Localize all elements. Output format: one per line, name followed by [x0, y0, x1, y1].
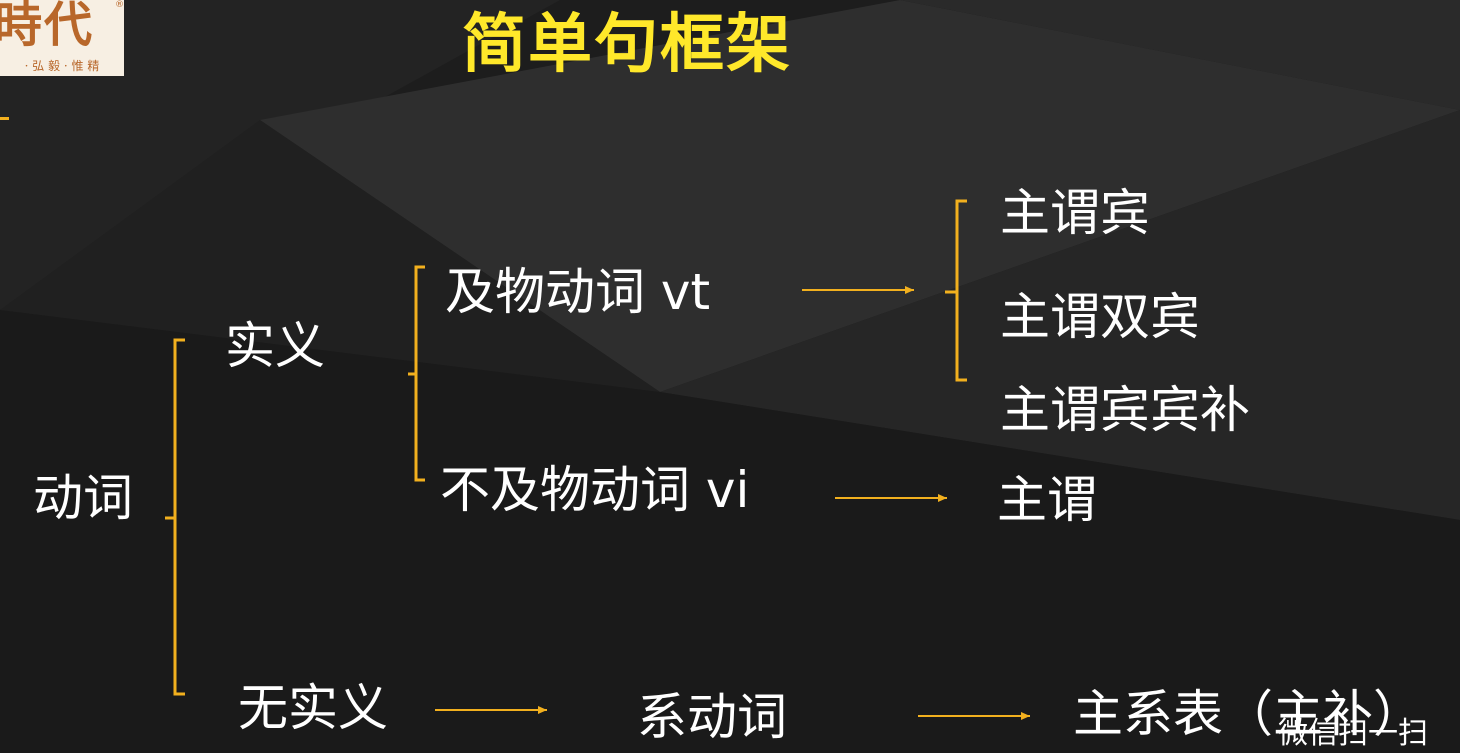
bracket-vt-patterns	[945, 199, 967, 382]
bracket-root	[165, 338, 185, 696]
pattern-svoo: 主谓双宾	[1000, 288, 1200, 346]
pattern-svo: 主谓宾	[1000, 184, 1150, 242]
node-linking-verb: 系动词	[637, 688, 787, 746]
node-intransitive: 不及物动词 vi	[440, 461, 750, 519]
node-meaningful: 实义	[225, 317, 325, 375]
node-verb: 动词	[33, 469, 133, 527]
node-non-meaningful: 无实义	[238, 679, 388, 737]
bracket-meaningful	[408, 265, 425, 482]
wechat-scan-watermark: 微信扫一扫	[1278, 716, 1428, 751]
pattern-svoc: 主谓宾宾补	[1000, 381, 1250, 439]
pattern-sv: 主谓	[997, 471, 1097, 529]
node-transitive: 及物动词 vt	[445, 263, 711, 321]
connectors	[165, 199, 1030, 720]
slide: 時代 · 弘 毅 · 惟 精 ® 简单句框架 动词 实义 及物动词 vt 不及物…	[0, 0, 1460, 753]
